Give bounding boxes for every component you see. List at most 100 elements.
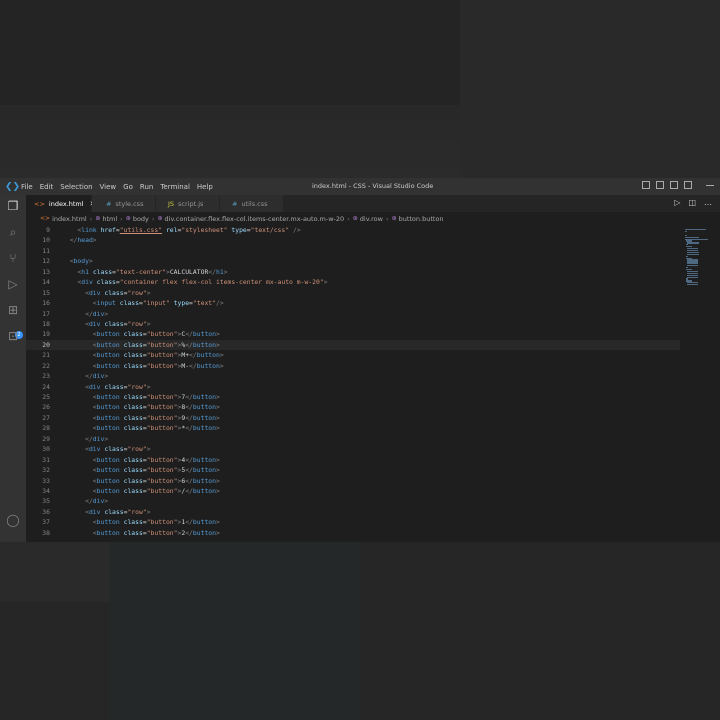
- window-title: index.html - CSS - Visual Studio Code: [312, 182, 434, 190]
- code-line[interactable]: 23 </div>: [26, 371, 680, 381]
- code-line[interactable]: 35 </div>: [26, 496, 680, 506]
- line-number: 18: [42, 319, 50, 328]
- background-top: [0, 0, 720, 178]
- line-number: 24: [42, 382, 50, 391]
- code-text: <div class="row">: [85, 507, 151, 516]
- code-line[interactable]: 24 <div class="row">: [26, 382, 680, 392]
- minimap[interactable]: [680, 225, 720, 542]
- code-line[interactable]: 20 <button class="button">%</button>: [26, 339, 680, 351]
- code-line[interactable]: 15 <div class="row">: [26, 288, 680, 298]
- code-line[interactable]: 19 <button class="button">C</button>: [26, 329, 680, 339]
- code-text: <button class="button">M+</button>: [92, 351, 224, 360]
- line-number: 25: [42, 393, 50, 401]
- minimap-line: [686, 242, 699, 244]
- remote-explorer-icon[interactable]: ⊡: [6, 329, 20, 343]
- code-line[interactable]: 37 <button class="button">1</button>: [26, 517, 680, 527]
- code-line[interactable]: 32 <button class="button">5</button>: [26, 465, 680, 475]
- search-icon[interactable]: ⌕: [6, 225, 20, 239]
- element-icon: ⊛: [352, 215, 358, 222]
- menu-item-go[interactable]: Go: [123, 183, 133, 191]
- menu-item-run[interactable]: Run: [140, 183, 153, 191]
- code-line[interactable]: 31 <button class="button">4</button>: [26, 455, 680, 465]
- code-text: <button class="button">2</button>: [92, 528, 220, 537]
- line-number: 33: [42, 476, 50, 485]
- tab-script-js[interactable]: JS script.js: [156, 195, 220, 212]
- line-number: 28: [42, 424, 50, 433]
- line-number: 23: [42, 372, 50, 381]
- line-number: 38: [42, 528, 50, 537]
- code-line[interactable]: 27 <button class="button">9</button>: [26, 413, 680, 423]
- code-line[interactable]: 21 <button class="button">M+</button>: [26, 350, 680, 360]
- code-line[interactable]: 9 <link href="utils.css" rel="stylesheet…: [26, 225, 680, 235]
- code-line[interactable]: 10 </head>: [26, 235, 680, 245]
- code-line[interactable]: 12 <body>: [26, 256, 680, 266]
- code-line[interactable]: 11: [26, 246, 680, 256]
- code-text: <button class="button">*</button>: [92, 424, 220, 433]
- code-text: <input class="input" type="text"/>: [92, 299, 224, 308]
- code-line[interactable]: 30 <div class="row">: [26, 444, 680, 454]
- more-actions-icon[interactable]: …: [704, 198, 712, 207]
- tab-index-html[interactable]: <> index.html ✕: [26, 195, 95, 212]
- code-text: </div>: [85, 434, 109, 443]
- code-line[interactable]: 38 <button class="button">2</button>: [26, 528, 680, 538]
- code-text: </div>: [85, 497, 109, 506]
- code-line[interactable]: 22 <button class="button">M-</button>: [26, 361, 680, 371]
- code-line[interactable]: 14 <div class="container flex flex-col i…: [26, 277, 680, 287]
- line-number: 26: [42, 403, 50, 412]
- menu-item-view[interactable]: View: [100, 183, 117, 191]
- element-icon: ⊛: [391, 215, 397, 222]
- code-text: <button class="button">6</button>: [92, 476, 220, 485]
- menu-item-help[interactable]: Help: [197, 183, 213, 191]
- code-line[interactable]: 29 </div>: [26, 434, 680, 444]
- code-line[interactable]: 26 <button class="button">8</button>: [26, 402, 680, 412]
- breadcrumb: <> index.html › ⊛ html › ⊛ body › ⊛ div.con…: [26, 212, 720, 225]
- code-line[interactable]: 25 <button class="button">7</button>: [26, 392, 680, 402]
- element-icon: ⊛: [157, 215, 163, 222]
- line-number: 27: [42, 413, 50, 422]
- line-number: 10: [42, 236, 50, 245]
- run-icon[interactable]: ▷: [674, 198, 680, 207]
- code-line[interactable]: 34 <button class="button">/</button>: [26, 486, 680, 496]
- line-number: 31: [42, 455, 50, 464]
- code-line[interactable]: 13 <h1 class="text-center">CALCULATOR</h…: [26, 267, 680, 277]
- background-bottom: [0, 542, 720, 720]
- code-text: <button class="button">1</button>: [92, 518, 220, 527]
- tab-style-css[interactable]: # style.css: [92, 195, 156, 212]
- extensions-icon[interactable]: ⊞: [6, 303, 20, 317]
- minimap-line: [685, 229, 706, 231]
- tab-utils-css[interactable]: # utils.css: [220, 195, 284, 212]
- code-text: <div class="row">: [85, 288, 151, 297]
- minimap-line: [686, 284, 699, 286]
- customize-layout-icon[interactable]: [684, 181, 692, 189]
- toggle-secondary-sidebar-icon[interactable]: [670, 181, 678, 189]
- code-text: <button class="button">7</button>: [92, 393, 220, 401]
- menu-bar: File Edit Selection View Go Run Terminal Help: [21, 183, 220, 191]
- code-line[interactable]: 18 <div class="row">: [26, 319, 680, 329]
- account-icon[interactable]: ◯: [6, 513, 20, 527]
- run-debug-icon[interactable]: ▷: [6, 277, 20, 291]
- menu-item-terminal[interactable]: Terminal: [160, 183, 190, 191]
- code-line[interactable]: 36 <div class="row">: [26, 507, 680, 517]
- minimize-icon[interactable]: [706, 181, 714, 186]
- vscode-logo-icon: ❮❯: [5, 181, 21, 192]
- split-editor-icon[interactable]: ◫: [688, 198, 696, 207]
- source-control-icon[interactable]: ⑂: [6, 251, 20, 265]
- code-line[interactable]: 17 </div>: [26, 309, 680, 319]
- editor-actions: ▷ ◫ …: [674, 198, 712, 207]
- code-line[interactable]: 16 <input class="input" type="text"/>: [26, 298, 680, 308]
- code-text: <button class="button">8</button>: [92, 403, 220, 412]
- toggle-sidebar-icon[interactable]: [642, 181, 650, 189]
- html-file-icon: <>: [40, 215, 51, 222]
- code-line[interactable]: 33 <button class="button">6</button>: [26, 476, 680, 486]
- code-line[interactable]: 28 <button class="button">*</button>: [26, 423, 680, 433]
- line-number: 11: [42, 246, 50, 255]
- files-icon[interactable]: ❐: [6, 199, 20, 213]
- line-number: 19: [42, 330, 50, 339]
- code-text: </div>: [85, 372, 109, 381]
- menu-item-edit[interactable]: Edit: [40, 183, 54, 191]
- code-text: <button class="button">9</button>: [92, 413, 220, 422]
- toggle-panel-icon[interactable]: [656, 181, 664, 189]
- menu-item-file[interactable]: File: [21, 183, 33, 191]
- code-editor[interactable]: 9 <link href="utils.css" rel="stylesheet…: [26, 225, 680, 542]
- menu-item-selection[interactable]: Selection: [60, 183, 92, 191]
